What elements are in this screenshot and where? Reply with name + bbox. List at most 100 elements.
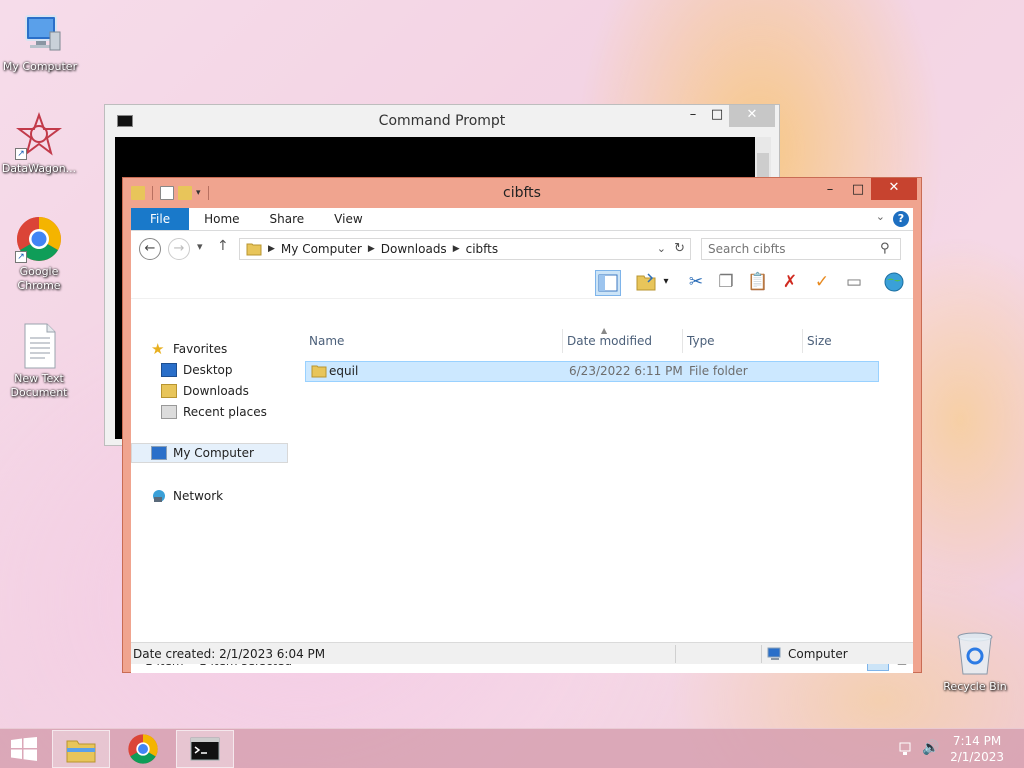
recent-places-icon	[161, 405, 177, 419]
computer-icon	[767, 647, 783, 664]
nav-my-computer[interactable]: My Computer	[131, 443, 288, 463]
details-bar: Date created: 2/1/2023 6:04 PM Computer	[131, 642, 913, 664]
time: 7:14 PM	[952, 734, 1002, 748]
clock[interactable]: 7:14 PM 2/1/2023	[950, 733, 1004, 765]
tab-file[interactable]: File	[131, 208, 190, 230]
search-input[interactable]	[701, 238, 901, 260]
column-header-type[interactable]: Type	[683, 329, 803, 353]
nav-desktop[interactable]: Desktop	[161, 360, 233, 380]
breadcrumb-downloads[interactable]: Downloads	[381, 242, 447, 256]
minimize-button[interactable]: –	[816, 180, 844, 202]
address-dropdown-icon[interactable]: ⌄	[657, 242, 666, 255]
nav-label: Favorites	[173, 342, 228, 356]
paste-icon[interactable]: 📋	[745, 270, 771, 296]
refresh-icon[interactable]: ↻	[674, 241, 685, 256]
nav-label: My Computer	[173, 446, 254, 460]
nav-label: Desktop	[183, 363, 233, 377]
text-document-icon	[15, 322, 63, 370]
tab-share[interactable]: Share	[255, 208, 320, 230]
rename-icon[interactable]: ▭	[841, 270, 867, 296]
desktop-icon-label: Recycle Bin	[943, 680, 1007, 693]
network-icon	[151, 489, 167, 503]
list-item[interactable]: equil 6/23/2022 6:11 PM File folder	[305, 361, 879, 382]
desktop-icon-label: New Text Document	[10, 372, 68, 399]
breadcrumb-separator-icon[interactable]: ▶	[368, 244, 375, 254]
desktop-icon-label: My Computer	[2, 60, 78, 73]
item-date-modified: 6/23/2022 6:11 PM	[569, 364, 683, 378]
separator	[675, 645, 676, 663]
desktop-icon-label: Google Chrome	[17, 265, 61, 292]
recent-locations-icon[interactable]: ▾	[197, 240, 203, 253]
shortcut-arrow-icon: ↗	[15, 251, 27, 263]
desktop-icon-my-computer[interactable]: My Computer	[0, 10, 80, 74]
nav-downloads[interactable]: Downloads	[161, 381, 249, 401]
breadcrumb-separator-icon[interactable]: ▶	[268, 244, 275, 254]
nav-network[interactable]: Network	[151, 486, 223, 506]
chrome-icon: ↗	[15, 215, 63, 263]
desktop-icon-datawagon[interactable]: ↗ DataWagon...	[0, 112, 79, 176]
tab-home[interactable]: Home	[189, 208, 254, 230]
separator	[761, 645, 762, 663]
back-button[interactable]: ←	[139, 238, 161, 260]
command-prompt-titlebar[interactable]: Command Prompt – □ ✕	[105, 105, 779, 137]
open-folder-icon[interactable]	[633, 270, 659, 296]
volume-icon[interactable]: 🔊	[922, 740, 939, 756]
check-icon[interactable]: ✓	[809, 270, 835, 296]
explorer-content: File Home Share View ⌄ ? ← → ▾ ↑ ▶ My Co…	[131, 208, 913, 673]
copy-icon[interactable]: ❐	[713, 270, 739, 296]
file-list: ▲ Name Date modified Type Size equil 6/2…	[305, 326, 913, 651]
desktop-icon	[161, 363, 177, 377]
cut-icon[interactable]: ✂	[683, 270, 709, 296]
tab-view[interactable]: View	[319, 208, 377, 230]
expand-ribbon-icon[interactable]: ⌄	[876, 210, 885, 223]
desktop-icon-recycle-bin[interactable]: Recycle Bin	[935, 630, 1015, 694]
window-title: Command Prompt	[378, 113, 506, 129]
network-tray-icon[interactable]	[898, 741, 914, 760]
delete-icon[interactable]: ✗	[777, 270, 803, 296]
computer-icon	[16, 10, 64, 58]
breadcrumb-my-computer[interactable]: My Computer	[281, 242, 362, 256]
nav-label: Downloads	[183, 384, 249, 398]
computer-icon	[151, 446, 167, 460]
dropdown-icon[interactable]: ▾	[659, 270, 673, 296]
column-header-date-modified[interactable]: Date modified	[563, 329, 683, 353]
nav-recent-places[interactable]: Recent places	[161, 402, 267, 422]
column-header-name[interactable]: Name	[305, 329, 563, 353]
close-button[interactable]: ✕	[729, 105, 775, 127]
breadcrumb-cibfts[interactable]: cibfts	[466, 242, 499, 256]
up-button[interactable]: ↑	[217, 238, 229, 254]
help-button[interactable]: ?	[893, 211, 909, 227]
nav-favorites[interactable]: ★ Favorites	[151, 339, 227, 359]
close-button[interactable]: ✕	[871, 178, 917, 200]
navigation-bar: ← → ▾ ↑ ▶ My Computer ▶ Downloads ▶ cibf…	[131, 231, 913, 267]
maximize-button[interactable]: □	[703, 105, 731, 127]
file-explorer-window[interactable]: ▾ cibfts – □ ✕ File Home Share View ⌄ ? …	[122, 177, 922, 673]
desktop-icon-label: DataWagon...	[1, 162, 77, 175]
downloads-folder-icon	[161, 384, 177, 398]
desktop-icon-new-text-document[interactable]: New Text Document	[0, 322, 79, 400]
folder-icon	[311, 364, 327, 384]
windows-logo-icon	[11, 737, 37, 761]
address-bar[interactable]: ▶ My Computer ▶ Downloads ▶ cibfts ⌄ ↻	[239, 238, 691, 260]
forward-button[interactable]: →	[168, 238, 190, 260]
breadcrumb-separator-icon[interactable]: ▶	[453, 244, 460, 254]
taskbar-file-explorer[interactable]	[52, 730, 110, 768]
column-header-size[interactable]: Size	[803, 329, 883, 353]
recycle-bin-icon	[951, 630, 999, 678]
taskbar-google-chrome[interactable]	[114, 730, 172, 768]
preview-pane-button[interactable]	[595, 270, 621, 296]
taskbar-command-prompt[interactable]	[176, 730, 234, 768]
search-icon[interactable]: ⚲	[880, 241, 890, 256]
date-created: Date created: 2/1/2023 6:04 PM	[133, 647, 326, 661]
explorer-titlebar[interactable]: ▾ cibfts – □ ✕	[123, 178, 921, 208]
ribbon-tabs: File Home Share View ⌄ ?	[131, 208, 913, 231]
globe-icon[interactable]	[881, 270, 907, 296]
command-toolbar: ▾ ✂ ❐ 📋 ✗ ✓ ▭	[131, 267, 913, 299]
start-button[interactable]	[10, 737, 38, 761]
file-explorer-icon	[66, 740, 96, 763]
maximize-button[interactable]: □	[844, 180, 872, 202]
nav-label: Network	[173, 489, 224, 503]
scrollbar-thumb[interactable]	[757, 153, 769, 179]
desktop-icon-google-chrome[interactable]: ↗ Google Chrome	[0, 215, 79, 293]
date: 2/1/2023	[950, 750, 1004, 764]
